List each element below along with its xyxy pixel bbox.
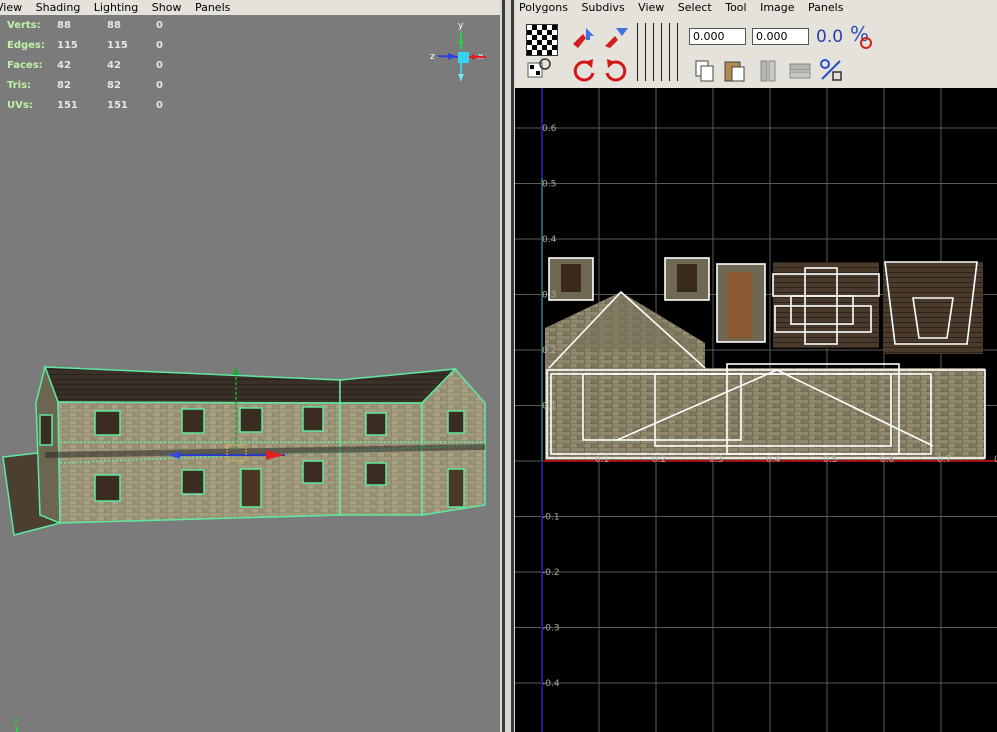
copy-uvs-icon[interactable] (694, 59, 716, 83)
hud-faces-a: 42 (57, 60, 71, 71)
rotate-cw-icon[interactable] (603, 57, 629, 83)
x-tick-label: 0.2 (652, 455, 666, 465)
house-model[interactable] (0, 345, 500, 545)
x-tick-label: 0.3 (709, 455, 723, 465)
menu-tool[interactable]: Tool (725, 0, 746, 15)
hud-faces-b: 42 (107, 60, 121, 71)
hud-verts-c: 0 (156, 20, 163, 31)
x-tick-label: 0.7 (937, 455, 951, 465)
panel-divider[interactable] (500, 0, 515, 732)
percent-reset-icon[interactable]: % (848, 23, 874, 51)
y-tick-label: 0.3 (542, 291, 556, 301)
hud-edges-label: Edges: (7, 40, 45, 51)
paste-uvs-icon[interactable] (723, 59, 747, 83)
hud-uvs-c: 0 (156, 100, 163, 111)
hud-edges-b: 115 (107, 40, 128, 51)
y-tick-label: -0.2 (542, 568, 560, 578)
menu-view-uv[interactable]: View (638, 0, 664, 15)
gizmo-z-label: z (430, 52, 435, 62)
hud-tris-label: Tris: (7, 80, 32, 91)
paste-u-icon[interactable] (757, 59, 779, 83)
uv-toolbar: 0.000 0.000 0.0 % (515, 15, 997, 88)
uv-texture-editor[interactable]: 0.6 0.5 0.4 0.3 0.2 0.1 -0.1 -0.2 -0.3 -0.4 0.1 0.2… (515, 88, 997, 732)
flip-u-icon[interactable] (570, 24, 598, 50)
menu-lighting[interactable]: Lighting (94, 0, 138, 15)
y-tick-label: 0.6 (542, 124, 557, 134)
x-tick-label: 0.1 (595, 455, 609, 465)
y-tick-label: 0.2 (542, 346, 556, 356)
origin-axis-y-label: y (13, 715, 19, 726)
uv-editor-menubar: Polygons Subdivs View Select Tool Image … (515, 0, 997, 15)
hud-tris-b: 82 (107, 80, 121, 91)
y-tick-label: 0.4 (542, 235, 557, 245)
rotate-ccw-icon[interactable] (571, 57, 597, 83)
hud-uvs-a: 151 (57, 100, 78, 111)
hud-edges-c: 0 (156, 40, 163, 51)
u-coordinate-field[interactable]: 0.000 (689, 28, 746, 45)
menu-view[interactable]: View (0, 0, 22, 15)
menu-subdivs[interactable]: Subdivs (581, 0, 624, 15)
menu-panels[interactable]: Panels (195, 0, 230, 15)
uv-editor-canvas[interactable]: 0.6 0.5 0.4 0.3 0.2 0.1 -0.1 -0.2 -0.3 -0.4 0.1 0.2… (515, 88, 997, 732)
hud-verts-label: Verts: (7, 20, 41, 31)
uv-layout-icon[interactable] (818, 57, 844, 83)
x-tick-label: 0.5 (823, 455, 837, 465)
hud-verts-a: 88 (57, 20, 71, 31)
zero-uv-button[interactable]: 0.0 (816, 27, 843, 47)
paste-v-icon[interactable] (787, 59, 813, 83)
x-tick-label: 0.6 (880, 455, 895, 465)
view-axis-gizmo[interactable]: y z x (428, 19, 490, 89)
checker-map-icon[interactable] (526, 24, 558, 56)
menu-image[interactable]: Image (760, 0, 794, 15)
y-tick-label: -0.3 (542, 624, 560, 634)
hud-faces-label: Faces: (7, 60, 43, 71)
toolbar-separators (637, 23, 685, 81)
left-viewport-menubar: View Shading Lighting Show Panels (0, 0, 500, 15)
menu-show[interactable]: Show (152, 0, 182, 15)
flip-v-icon[interactable] (602, 24, 630, 50)
y-tick-label: -0.1 (542, 513, 560, 523)
hud-faces-c: 0 (156, 60, 163, 71)
texture-select-icon[interactable] (527, 57, 553, 83)
hud-tris-c: 0 (156, 80, 163, 91)
hud-tris-a: 82 (57, 80, 71, 91)
menu-polygons[interactable]: Polygons (519, 0, 568, 15)
hud-verts-b: 88 (107, 20, 121, 31)
v-coordinate-field[interactable]: 0.000 (752, 28, 809, 45)
left-roof (43, 366, 341, 404)
perspective-viewport[interactable]: Verts: 88 88 0 Edges: 115 115 0 Faces: 4… (0, 15, 500, 732)
svg-text:%: % (850, 23, 869, 46)
y-tick-label: 0.5 (542, 180, 556, 190)
origin-axis-y-line (16, 727, 18, 732)
menu-panels-uv[interactable]: Panels (808, 0, 843, 15)
y-tick-label: 0.1 (542, 402, 556, 412)
hud-edges-a: 115 (57, 40, 78, 51)
y-tick-label: -0.4 (542, 679, 560, 689)
hud-uvs-label: UVs: (7, 100, 33, 111)
hud-uvs-b: 151 (107, 100, 128, 111)
menu-select[interactable]: Select (678, 0, 712, 15)
gizmo-y-label: y (458, 21, 464, 31)
x-tick-label: 0.4 (766, 455, 781, 465)
menu-shading[interactable]: Shading (36, 0, 81, 15)
